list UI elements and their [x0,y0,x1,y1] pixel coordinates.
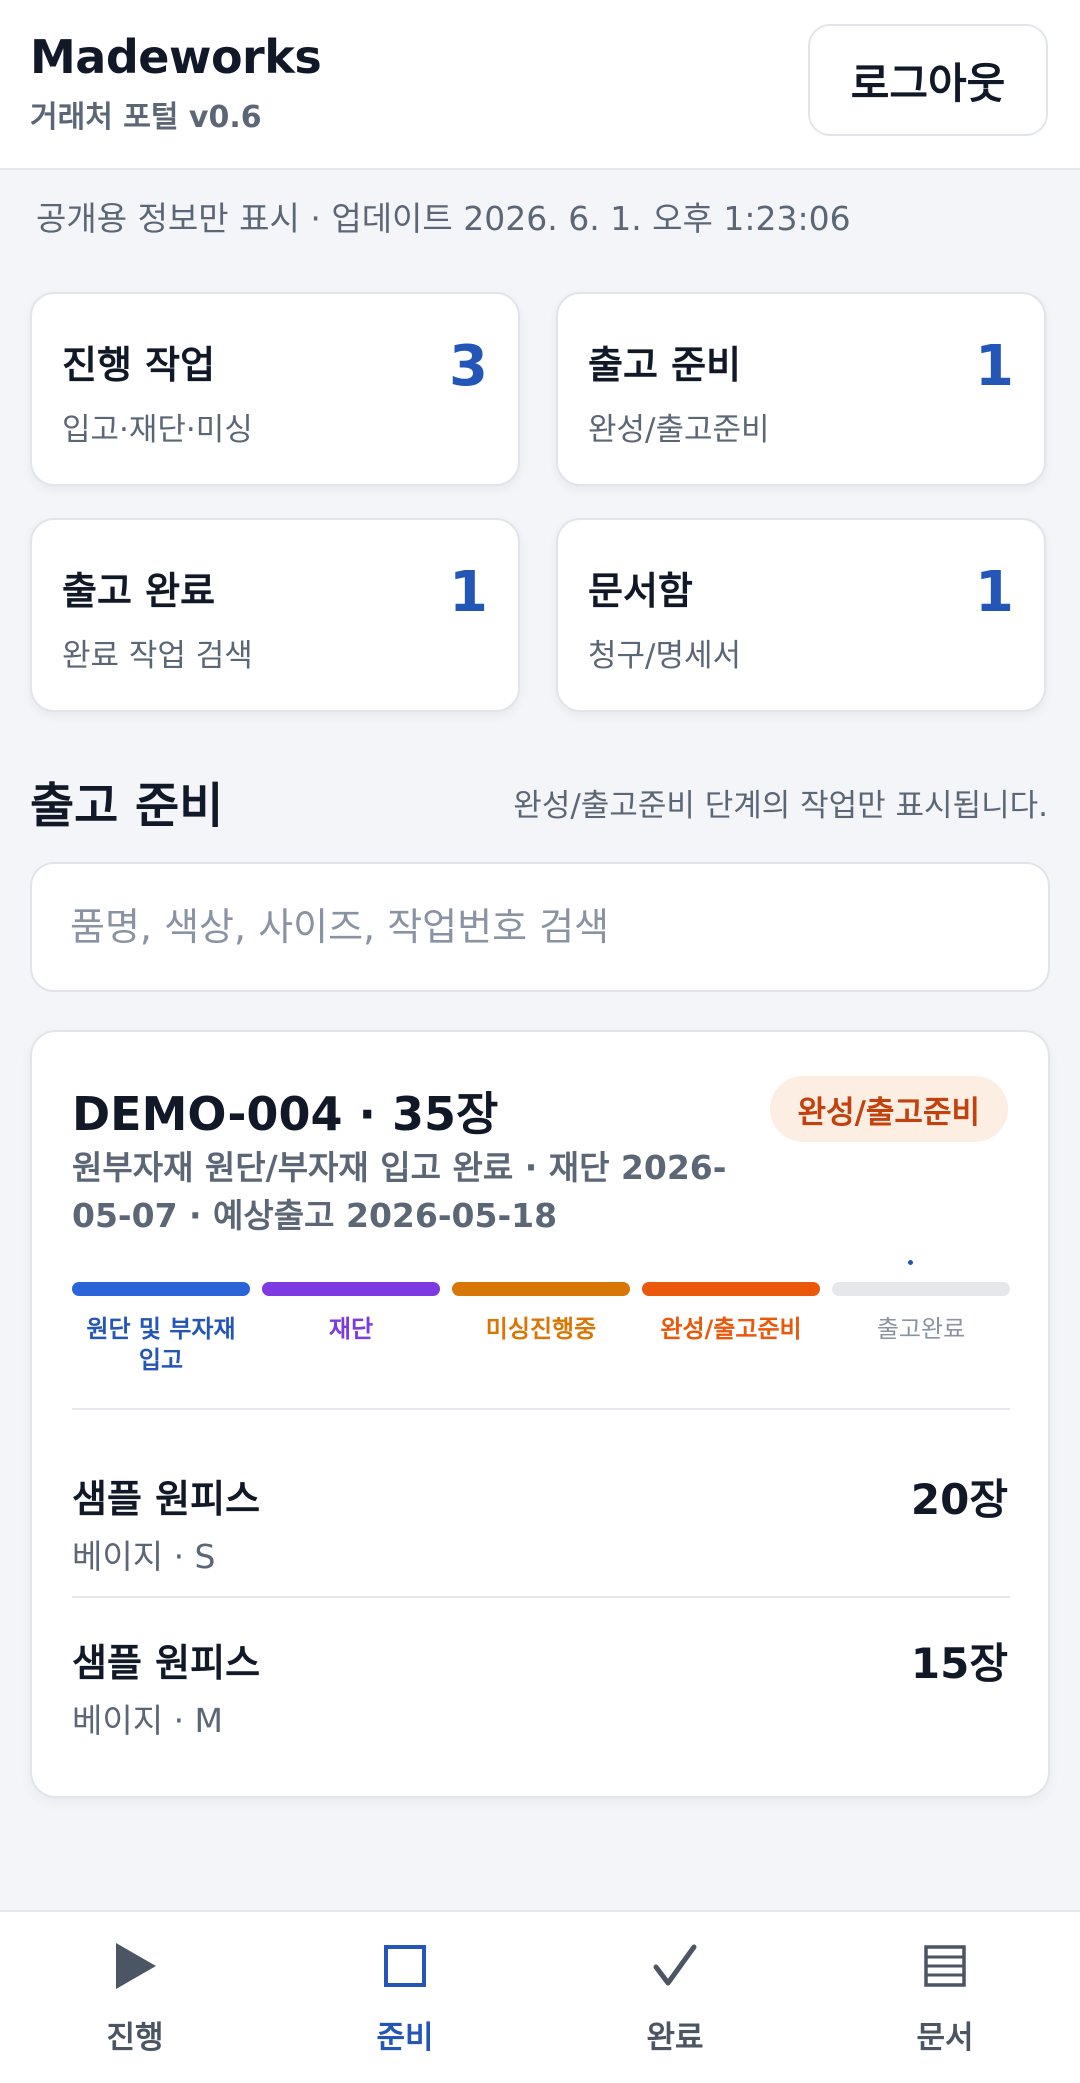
item-quantity: 20장 [910,1475,1008,1524]
stage-label: 재단 [328,1315,374,1343]
item-name: 샘플 원피스 [72,1641,261,1685]
stage-step: 출고완료 [832,1282,1010,1345]
stat-subtitle: 청구/명세서 [588,638,742,674]
item-name: 샘플 원피스 [72,1477,261,1521]
stage-bar [832,1282,1010,1296]
item-quantity: 15장 [910,1639,1008,1688]
section-title: 출고 준비 [30,778,224,834]
nav-item-documents[interactable]: 문서 [810,1912,1080,2083]
bottom-nav: 진행 준비 완료 문서 [0,1910,1080,2083]
stat-count: 1 [975,334,1014,399]
stat-card-ready-to-ship[interactable]: 출고 준비 완성/출고준비 1 [556,292,1046,486]
stat-card-in-progress[interactable]: 진행 작업 입고·재단·미싱 3 [30,292,520,486]
stat-card-documents[interactable]: 문서함 청구/명세서 1 [556,518,1046,712]
stage-step: 미싱진행중 [452,1282,630,1345]
divider [72,1408,1010,1410]
nav-item-complete[interactable]: 완료 [540,1912,810,2083]
stat-title: 문서함 [588,569,693,613]
check-icon [540,1938,810,1994]
item-variant: 베이지 · M [72,1701,224,1740]
update-notice: 공개용 정보만 표시 · 업데이트 2026. 6. 1. 오후 1:23:06 [36,199,851,238]
stage-step: 원단 및 부자재 입고 [72,1282,250,1376]
divider [72,1596,1010,1598]
stat-title: 출고 준비 [588,343,742,387]
stage-label: 출고완료 [876,1315,966,1343]
app-header: Madeworks 거래처 포털 v0.6 로그아웃 [0,0,1080,170]
stage-bar [262,1282,440,1296]
stat-title: 출고 완료 [62,569,216,613]
job-title: DEMO-004 · 35장 [72,1087,499,1141]
logout-button[interactable]: 로그아웃 [808,24,1048,136]
item-variant: 베이지 · S [72,1537,216,1576]
square-icon [270,1938,540,1994]
search-input[interactable] [30,862,1050,992]
play-icon [0,1938,270,1994]
section-description: 완성/출고준비 단계의 작업만 표시됩니다. [513,788,1048,824]
stage-step: 재단 [262,1282,440,1345]
brand-subtitle: 거래처 포털 v0.6 [30,100,262,135]
stat-subtitle: 입고·재단·미싱 [62,412,253,448]
nav-label: 진행 [106,2020,164,2056]
brand-title: Madeworks [30,30,322,84]
nav-label: 준비 [376,2020,434,2056]
stage-label: 미싱진행중 [485,1315,597,1343]
stat-count: 3 [449,334,488,399]
stat-count: 1 [449,560,488,625]
stage-step: 완성/출고준비 [642,1282,820,1345]
stat-count: 1 [975,560,1014,625]
job-meta: 원부자재 원단/부자재 입고 완료 · 재단 2026-05-07 · 예상출고… [72,1148,727,1235]
nav-label: 완료 [646,2020,704,2056]
nav-item-progress[interactable]: 진행 [0,1912,270,2083]
brand: Madeworks 거래처 포털 v0.6 [30,30,322,136]
stat-subtitle: 완성/출고준비 [588,412,770,448]
stage-label: 원단 및 부자재 입고 [86,1315,236,1374]
stat-subtitle: 완료 작업 검색 [62,638,253,674]
job-card[interactable]: DEMO-004 · 35장 완성/출고준비 원부자재 원단/부자재 입고 완료… [30,1030,1050,1798]
status-badge: 완성/출고준비 [769,1076,1008,1142]
nav-item-ready[interactable]: 준비 [270,1912,540,2083]
stage-bar [642,1282,820,1296]
stage-bar [452,1282,630,1296]
stage-progress: 원단 및 부자재 입고 재단 미싱진행중 완성/출고준비 출고완료 [72,1282,1010,1392]
document-lines-icon [810,1938,1080,1994]
stage-label: 완성/출고준비 [660,1315,802,1343]
stage-bar [72,1282,250,1296]
stat-title: 진행 작업 [62,343,216,387]
stage-marker-dot [908,1260,913,1265]
nav-label: 문서 [916,2020,974,2056]
stat-card-shipped[interactable]: 출고 완료 완료 작업 검색 1 [30,518,520,712]
